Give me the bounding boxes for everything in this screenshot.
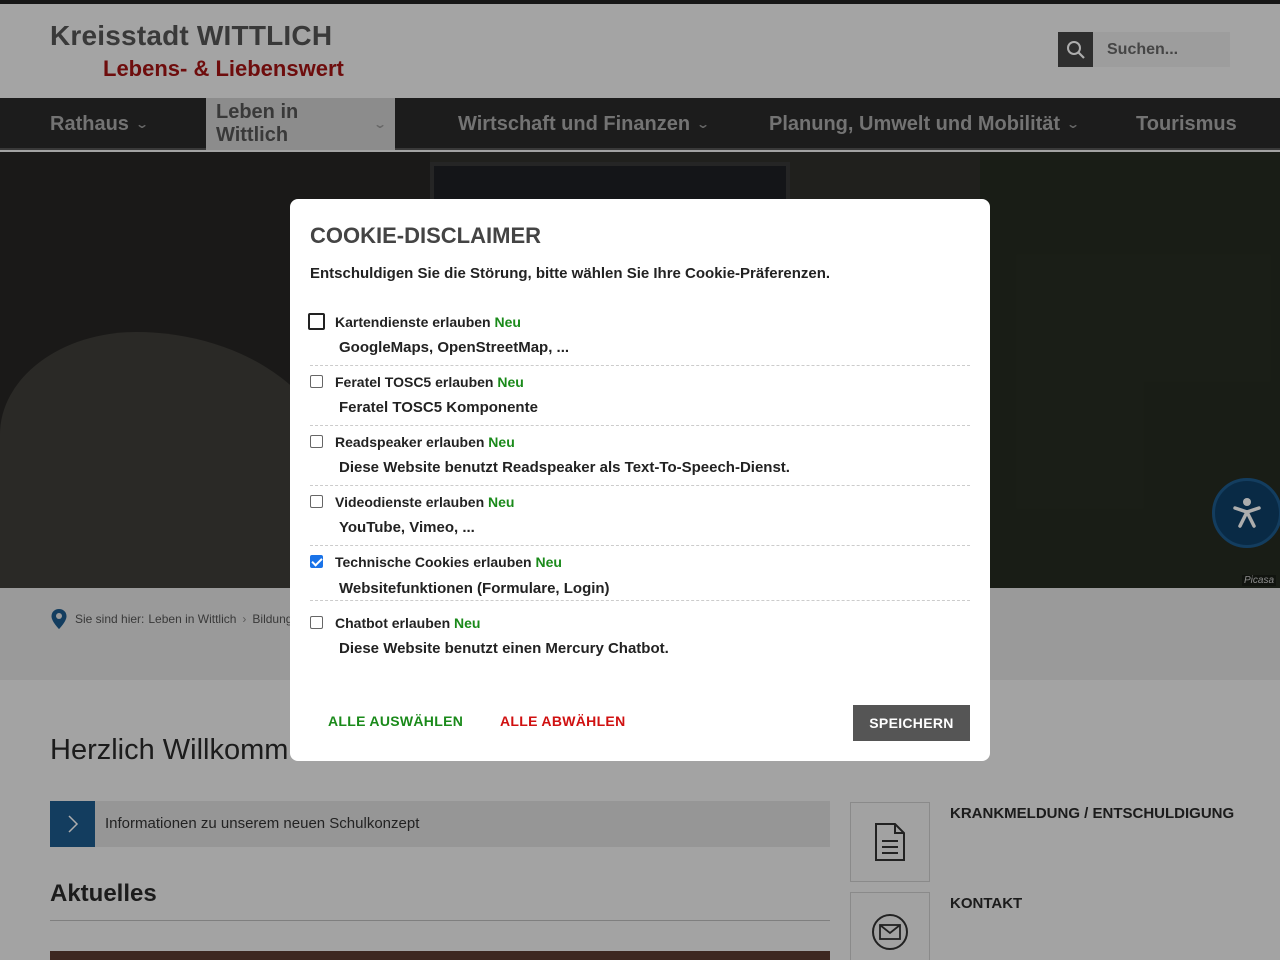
option-label-text: Readspeaker erlauben: [335, 434, 485, 450]
cookie-option-kartendienste: Kartendienste erlauben Neu GoogleMaps, O…: [308, 306, 970, 366]
new-badge: Neu: [488, 434, 515, 450]
checkbox-technische-cookies[interactable]: [310, 555, 323, 568]
select-all-button[interactable]: ALLE AUSWÄHLEN: [328, 713, 463, 729]
deselect-all-button[interactable]: ALLE ABWÄHLEN: [500, 713, 625, 729]
option-label-text: Chatbot erlauben: [335, 615, 451, 631]
cookie-option-label[interactable]: Feratel TOSC5 erlauben Neu: [335, 374, 524, 390]
checkbox-feratel[interactable]: [310, 375, 323, 388]
cookie-option-description: GoogleMaps, OpenStreetMap, ...: [339, 339, 570, 356]
checkbox-videodienste[interactable]: [310, 495, 323, 508]
save-button[interactable]: SPEICHERN: [853, 705, 970, 741]
cookie-option-description: YouTube, Vimeo, ...: [339, 519, 475, 536]
cookie-option-description: Websitefunktionen (Formulare, Login): [339, 580, 610, 597]
cookie-dialog-title: COOKIE-DISCLAIMER: [310, 223, 541, 248]
cookie-dialog-intro: Entschuldigen Sie die Störung, bitte wäh…: [310, 265, 831, 282]
cookie-option-description: Diese Website benutzt einen Mercury Chat…: [339, 640, 669, 657]
cookie-option-feratel: Feratel TOSC5 erlauben Neu Feratel TOSC5…: [310, 366, 970, 426]
checkbox-readspeaker[interactable]: [310, 435, 323, 448]
cookie-option-label[interactable]: Technische Cookies erlauben Neu: [335, 554, 562, 570]
cookie-option-description: Diese Website benutzt Readspeaker als Te…: [339, 459, 790, 476]
cookie-option-chatbot: Chatbot erlauben Neu Diese Website benut…: [310, 607, 970, 667]
new-badge: Neu: [488, 494, 515, 510]
cookie-option-description: Feratel TOSC5 Komponente: [339, 399, 538, 416]
new-badge: Neu: [497, 374, 524, 390]
new-badge: Neu: [494, 314, 521, 330]
checkbox-kartendienste[interactable]: [308, 313, 325, 330]
cookie-dialog: COOKIE-DISCLAIMER Entschuldigen Sie die …: [290, 199, 990, 761]
cookie-option-label[interactable]: Videodienste erlauben Neu: [335, 494, 514, 510]
cookie-option-label[interactable]: Kartendienste erlauben Neu: [335, 314, 521, 330]
new-badge: Neu: [535, 554, 562, 570]
new-badge: Neu: [454, 615, 481, 631]
cookie-option-technische-cookies: Technische Cookies erlauben Neu Websitef…: [310, 546, 970, 601]
cookie-option-videodienste: Videodienste erlauben Neu YouTube, Vimeo…: [310, 486, 970, 546]
checkbox-chatbot[interactable]: [310, 616, 323, 629]
option-label-text: Kartendienste erlauben: [335, 314, 491, 330]
option-label-text: Technische Cookies erlauben: [335, 554, 532, 570]
cookie-option-readspeaker: Readspeaker erlauben Neu Diese Website b…: [310, 426, 970, 486]
page: Kreisstadt WITTLICH Lebens- & Liebenswer…: [0, 0, 1280, 960]
cookie-option-label[interactable]: Chatbot erlauben Neu: [335, 615, 480, 631]
option-label-text: Feratel TOSC5 erlauben: [335, 374, 494, 390]
option-label-text: Videodienste erlauben: [335, 494, 485, 510]
cookie-option-label[interactable]: Readspeaker erlauben Neu: [335, 434, 515, 450]
